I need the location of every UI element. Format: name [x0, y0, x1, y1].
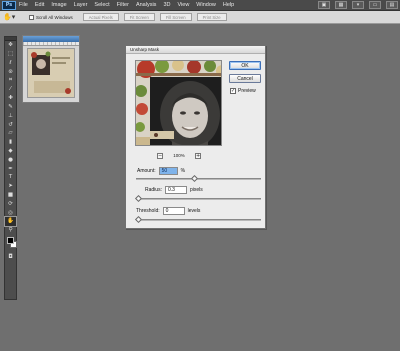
unsharp-mask-dialog: Unsharp Mask − 100% + OK Cancel ✓ Previe… — [125, 45, 266, 229]
preview-checkbox[interactable]: ✓ Preview — [230, 88, 256, 94]
photoshop-logo: Ps — [2, 0, 16, 10]
fit-screen-button[interactable]: Fit Screen — [123, 13, 155, 21]
radius-row: Radius: 0.3 pixels — [145, 186, 203, 194]
document-thumbnail — [28, 49, 74, 97]
shape-tool-icon[interactable]: ■ — [5, 191, 16, 200]
eraser-tool-icon[interactable]: ▱ — [5, 129, 16, 138]
zoom-in-button[interactable]: + — [194, 152, 201, 159]
document-window[interactable] — [22, 35, 80, 103]
radius-slider-thumb[interactable] — [134, 194, 143, 203]
cancel-button[interactable]: Cancel — [229, 74, 261, 83]
lasso-tool-icon[interactable]: ℓ — [5, 59, 16, 68]
bridge-icon[interactable]: ▣ — [318, 1, 330, 9]
menu-layer[interactable]: Layer — [74, 2, 88, 8]
document-canvas[interactable] — [27, 48, 75, 98]
preview-window[interactable] — [135, 60, 222, 146]
path-select-tool-icon[interactable]: ➤ — [5, 182, 16, 191]
fill-screen-button[interactable]: Fill Screen — [159, 13, 192, 21]
color-swatches — [5, 235, 17, 253]
3d-rotate-tool-icon[interactable]: ⟳ — [5, 199, 16, 208]
scroll-all-label: Scroll All Windows — [36, 14, 73, 20]
menu-edit[interactable]: Edit — [35, 2, 44, 8]
gradient-tool-icon[interactable]: ▮ — [5, 138, 16, 147]
threshold-slider-thumb[interactable] — [134, 215, 143, 224]
menu-view[interactable]: View — [177, 2, 189, 8]
menu-select[interactable]: Select — [94, 2, 109, 8]
radius-slider-track[interactable] — [136, 198, 261, 200]
menu-3d[interactable]: 3D — [163, 2, 170, 8]
hand-tool-icon[interactable]: ✋▾ — [3, 13, 17, 22]
radius-label: Radius: — [145, 187, 162, 193]
ruler — [23, 42, 79, 46]
radius-unit: pixels — [189, 187, 203, 193]
preview-checkbox-box[interactable]: ✓ — [230, 88, 236, 94]
move-tool-icon[interactable]: ✥ — [5, 41, 16, 50]
clone-stamp-tool-icon[interactable]: ⊥ — [5, 111, 16, 120]
foreground-color-swatch[interactable] — [7, 236, 14, 244]
zoom-level: 100% — [173, 153, 185, 158]
amount-slider-track[interactable] — [136, 178, 261, 180]
scroll-all-windows-checkbox[interactable]: Scroll All Windows — [29, 14, 73, 20]
options-bar: ✋▾ Scroll All Windows Actual Pixels Fit … — [0, 11, 400, 24]
print-size-button[interactable]: Print Size — [196, 13, 227, 21]
blur-tool-icon[interactable]: ◆ — [5, 147, 16, 156]
menu-help[interactable]: Help — [223, 2, 234, 8]
amount-unit: % — [180, 168, 186, 174]
hand-tool-icon[interactable]: ✋ — [4, 215, 17, 227]
threshold-row: Threshold: 0 levels — [136, 207, 200, 215]
radius-input[interactable]: 0.3 — [164, 186, 187, 194]
menu-bar: Ps File Edit Image Layer Select Filter A… — [0, 0, 400, 11]
menu-file[interactable]: File — [19, 2, 28, 8]
history-brush-tool-icon[interactable]: ↺ — [5, 120, 16, 129]
view-extras-icon[interactable]: ▦ — [335, 1, 347, 9]
3d-orbit-tool-icon[interactable]: ◎ — [5, 208, 16, 217]
threshold-input[interactable]: 0 — [162, 207, 185, 215]
eyedropper-tool-icon[interactable]: ⁄ — [5, 85, 16, 94]
dialog-title[interactable]: Unsharp Mask — [126, 46, 265, 54]
amount-input[interactable]: 50 — [158, 167, 178, 175]
arrange-documents-icon[interactable]: ▤ — [386, 1, 398, 9]
crop-tool-icon[interactable]: ⌗ — [5, 76, 16, 85]
brush-tool-icon[interactable]: ✎ — [5, 103, 16, 112]
toolbox: ✥ ⬚ ℓ ⊛ ⌗ ⁄ ✚ ✎ ⊥ ↺ ▱ ▮ ◆ ● ✒ T ➤ ■ ⟳ ◎ … — [4, 36, 17, 300]
quick-select-tool-icon[interactable]: ⊛ — [5, 67, 16, 76]
type-tool-icon[interactable]: T — [5, 173, 16, 182]
marquee-tool-icon[interactable]: ⬚ — [5, 50, 16, 59]
menu-image[interactable]: Image — [51, 2, 66, 8]
menubar-right-controls: ▣ ▦ ▾ ▭ ▤ — [318, 1, 398, 9]
amount-row: Amount: 50 % — [137, 167, 185, 175]
threshold-unit: levels — [187, 208, 201, 214]
quick-mask-icon[interactable]: ◘ — [5, 253, 16, 262]
amount-label: Amount: — [137, 168, 156, 174]
zoom-level-icon[interactable]: ▾ — [352, 1, 364, 9]
zoom-out-button[interactable]: − — [157, 152, 163, 159]
ok-button[interactable]: OK — [229, 61, 261, 70]
menu-filter[interactable]: Filter — [117, 2, 129, 8]
zoom-tool-icon[interactable]: ⚲ — [5, 226, 16, 235]
threshold-label: Threshold: — [136, 208, 160, 214]
dodge-tool-icon[interactable]: ● — [5, 155, 16, 164]
pen-tool-icon[interactable]: ✒ — [5, 164, 16, 173]
zoom-controls: − 100% + — [157, 152, 201, 159]
threshold-slider-track[interactable] — [136, 219, 261, 221]
screen-mode-icon[interactable]: ▭ — [369, 1, 381, 9]
preview-label: Preview — [238, 88, 256, 94]
menu-analysis[interactable]: Analysis — [136, 2, 156, 8]
preview-image — [136, 61, 221, 145]
scroll-all-checkbox-box[interactable] — [29, 14, 34, 20]
amount-slider-thumb[interactable] — [190, 174, 199, 183]
healing-tool-icon[interactable]: ✚ — [5, 94, 16, 103]
actual-pixels-button[interactable]: Actual Pixels — [82, 13, 119, 21]
menu-window[interactable]: Window — [196, 2, 216, 8]
